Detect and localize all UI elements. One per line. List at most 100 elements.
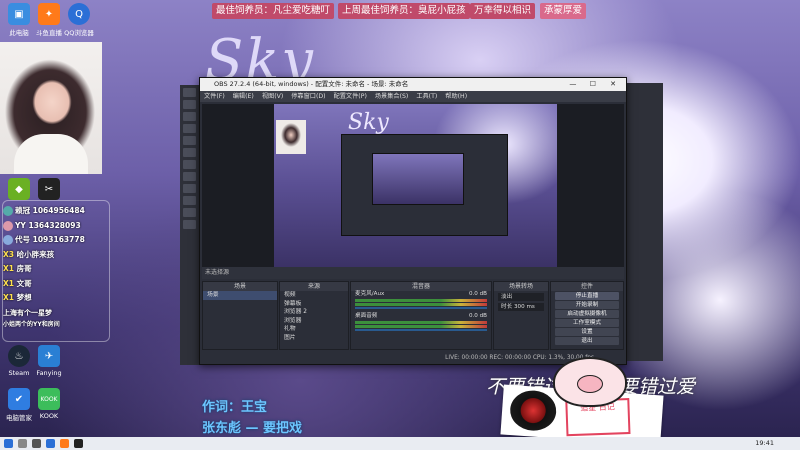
taskbar-clock[interactable]: 19:41 [755, 437, 774, 450]
source-item[interactable]: 礼物 [280, 325, 348, 334]
banner-last-week-feeder: 上周最佳饲养员：臭屁小屁孩 [338, 3, 470, 19]
menu-edit[interactable]: 编辑(E) [233, 93, 254, 100]
preview-nested-canvas [372, 153, 464, 205]
audio-meter [355, 299, 487, 302]
exit-button[interactable]: 退出 [555, 337, 619, 345]
mixer-track-name: 桌面音频 0.0 dB [355, 313, 487, 319]
obs-statusbar: LIVE: 00:00:00 REC: 00:00:00 CPU: 1.3%, … [445, 355, 594, 361]
preview-canvas: Sky [274, 104, 557, 267]
transition-duration-field[interactable]: 时长 300 ms [498, 303, 544, 311]
menu-file[interactable]: 文件(F) [204, 93, 225, 100]
steam-icon: ♨ [8, 345, 30, 367]
volume-slider[interactable] [355, 329, 487, 331]
search-icon[interactable] [18, 439, 27, 448]
capcut-icon: ✂ [38, 178, 60, 200]
chat-line: 赖冠 1064956484 [3, 204, 103, 219]
geforce-icon: ◆ [8, 178, 30, 200]
settings-button[interactable]: 设置 [555, 328, 619, 336]
desktop-icon-geforce[interactable]: ◆ [2, 178, 36, 202]
start-virtual-camera-button[interactable]: 启动虚拟摄像机 [555, 310, 619, 318]
lyric-line: 张东彪 — 要把戏 [202, 421, 303, 436]
pig-snout [577, 375, 603, 393]
banner-lucky-meet: 万幸得以相识 [470, 3, 536, 19]
start-recording-button[interactable]: 开始录制 [555, 301, 619, 309]
douyu-icon: ✦ [38, 3, 60, 25]
minimize-icon[interactable]: — [564, 78, 582, 91]
no-source-selected: 未选择源 [202, 267, 624, 279]
shield-icon: ✔ [8, 388, 30, 410]
sources-dock: 来源 视频 弹幕板 浏览器 2 浏览器 礼物 图片 [279, 281, 349, 350]
obs-taskbar-icon[interactable] [74, 439, 83, 448]
desktop-icon-qq-browser[interactable]: Q QQ浏览器 [62, 3, 96, 37]
close-icon[interactable]: ✕ [604, 78, 622, 91]
source-item[interactable]: 图片 [280, 334, 348, 343]
kook-icon: KOOK [38, 388, 60, 410]
desktop-icon-capcut[interactable]: ✂ [32, 178, 66, 202]
desktop-icon-pc-manager[interactable]: ✔ 电脑管家 [2, 388, 36, 422]
obs-window: OBS 27.2.4 (64-bit, windows) - 配置文件: 未命名… [199, 77, 627, 365]
chat-line: 代号 1093163778 [3, 233, 103, 248]
stop-streaming-button[interactable]: 停止直播 [555, 292, 619, 300]
chat-line: X1 梦想 [3, 293, 32, 302]
webcam-person [14, 134, 88, 174]
chat-line: X1 房哥 [3, 264, 32, 273]
scene-item[interactable]: 场景 [203, 291, 277, 300]
audio-meter [355, 303, 487, 306]
menu-view[interactable]: 视图(V) [262, 93, 283, 100]
source-item[interactable]: 视频 [280, 291, 348, 300]
preview-webcam [276, 120, 306, 154]
task-view-icon[interactable] [32, 439, 41, 448]
source-item[interactable]: 弹幕板 [280, 300, 348, 309]
banner-thanks: 承蒙厚爱 [540, 3, 587, 19]
banner-best-feeder: 最佳饲养员：凡尘爱吃糖叮 [212, 3, 335, 19]
desktop-icon-douyu[interactable]: ✦ 斗鱼直播 [32, 3, 66, 37]
menu-docks[interactable]: 停靠窗口(D) [291, 93, 325, 100]
source-item[interactable]: 浏览器 2 [280, 308, 348, 317]
webcam-overlay [0, 42, 102, 174]
obs-window-title: OBS 27.2.4 (64-bit, windows) - 配置文件: 未命名… [214, 80, 409, 88]
preview-wallpaper-title: Sky [348, 110, 389, 135]
source-item[interactable]: 浏览器 [280, 317, 348, 326]
studio-mode-button[interactable]: 工作室模式 [555, 319, 619, 327]
desktop-wallpaper: Sky 最佳饲养员：凡尘爱吃糖叮 上周最佳饲养员：臭屁小屁孩 万幸得以相识 承蒙… [0, 0, 800, 437]
chat-line: X1 文哥 [3, 278, 32, 288]
chat-footer-line1: 上海有个一星梦 [3, 308, 52, 317]
chat-line: X3 哈小胖来孩 [3, 249, 55, 259]
sources-title: 来源 [280, 282, 348, 291]
desktop-icon-fanying[interactable]: ✈ Fanying [32, 345, 66, 377]
avatar [3, 206, 13, 216]
maximize-icon[interactable]: ☐ [584, 78, 602, 91]
audio-meter [355, 325, 487, 328]
qq-browser-icon: Q [68, 3, 90, 25]
pig-sticker [553, 357, 627, 407]
browser-taskbar-icon[interactable] [46, 439, 55, 448]
chat-footer-line2: 小姐两个的YY和房间 [3, 321, 60, 328]
windows-start-icon[interactable] [4, 439, 13, 448]
desktop-icon-steam[interactable]: ♨ Steam [2, 345, 36, 377]
obs-background-panel [625, 83, 663, 361]
mixer-title: 混音器 [351, 282, 491, 291]
fanying-icon: ✈ [38, 345, 60, 367]
chat-line: YY 1364328093 [3, 219, 103, 234]
obs-menubar: 文件(F) 编辑(E) 视图(V) 停靠窗口(D) 配置文件(P) 场景集合(S… [200, 91, 626, 102]
avatar [3, 220, 13, 231]
transition-type-select[interactable]: 淡出 [498, 293, 544, 301]
preview-nested-obs [341, 134, 508, 236]
desktop-icon-kook[interactable]: KOOK KOOK [32, 388, 66, 420]
menu-scene-collection[interactable]: 场景集合(S) [375, 93, 409, 100]
transitions-title: 场景转场 [494, 282, 548, 291]
volume-slider[interactable] [355, 307, 487, 309]
chat-list: 赖冠 1064956484 YY 1364328093 代号 109316377… [3, 204, 103, 329]
scenes-title: 场景 [203, 282, 277, 291]
mixer-track-name: 麦克风/Aux 0.0 dB [355, 291, 487, 297]
douyu-taskbar-icon[interactable] [60, 439, 69, 448]
controls-title: 控件 [551, 282, 623, 291]
menu-tools[interactable]: 工具(T) [416, 93, 437, 100]
computer-icon: ▣ [8, 3, 30, 25]
mixer-dock: 混音器 麦克风/Aux 0.0 dB 桌面音频 0.0 dB [350, 281, 492, 350]
menu-profile[interactable]: 配置文件(P) [334, 93, 367, 100]
desktop-icon-this-pc[interactable]: ▣ 此电脑 [2, 3, 36, 37]
obs-background-sidebar [180, 85, 199, 365]
menu-help[interactable]: 帮助(H) [445, 93, 467, 100]
obs-preview[interactable]: Sky [202, 104, 624, 267]
